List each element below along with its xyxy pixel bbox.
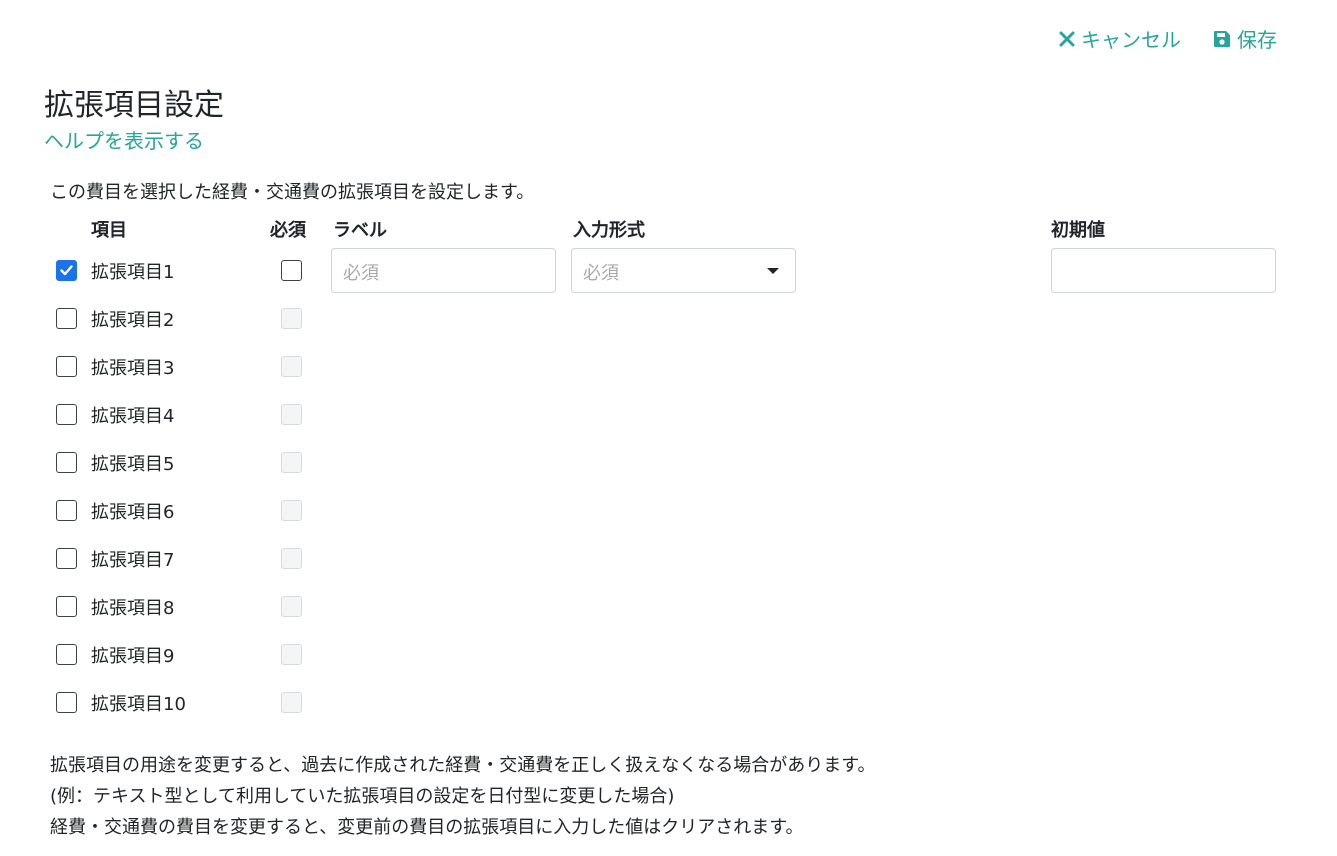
item-label: 拡張項目5 — [91, 454, 175, 475]
item-enable-checkbox[interactable] — [56, 500, 77, 521]
item-label: 拡張項目7 — [91, 550, 175, 571]
item-row: 拡張項目9 — [0, 630, 1337, 678]
item-label: 拡張項目6 — [91, 502, 175, 523]
note-line: (例：テキスト型として利用していた拡張項目の設定を日付型に変更した場合) — [50, 786, 675, 807]
save-label: 保存 — [1237, 28, 1277, 52]
header-required: 必須 — [270, 220, 306, 241]
close-icon — [1059, 31, 1075, 46]
item-label: 拡張項目3 — [91, 358, 175, 379]
action-bar: キャンセル 保存 — [1059, 24, 1277, 53]
required-checkbox — [281, 596, 302, 617]
header-item: 項目 — [91, 220, 127, 241]
item-enable-checkbox[interactable] — [56, 596, 77, 617]
required-checkbox — [281, 356, 302, 377]
required-checkbox — [281, 308, 302, 329]
item-row: 拡張項目5 — [0, 438, 1337, 486]
required-checkbox — [281, 644, 302, 665]
item-enable-checkbox[interactable] — [56, 452, 77, 473]
item-label: 拡張項目1 — [91, 262, 175, 283]
item-label: 拡張項目9 — [91, 646, 175, 667]
item-label: 拡張項目4 — [91, 406, 175, 427]
header-label: ラベル — [333, 220, 387, 241]
item-enable-checkbox[interactable] — [56, 356, 77, 377]
item-label: 拡張項目2 — [91, 310, 175, 331]
item-label: 拡張項目10 — [91, 694, 186, 715]
default-value-input[interactable] — [1051, 248, 1276, 293]
help-link[interactable]: ヘルプを表示する — [44, 125, 204, 154]
intro-text: この費目を選択した経費・交通費の拡張項目を設定します。 — [50, 182, 535, 203]
item-row: 拡張項目6 — [0, 486, 1337, 534]
item-row: 拡張項目10 — [0, 678, 1337, 726]
page-title: 拡張項目設定 — [44, 88, 224, 123]
note-line: 拡張項目の用途を変更すると、過去に作成された経費・交通費を正しく扱えなくなる場合… — [50, 755, 876, 776]
item-enable-checkbox[interactable] — [56, 308, 77, 329]
save-button[interactable]: 保存 — [1213, 24, 1277, 53]
item-enable-checkbox[interactable] — [56, 548, 77, 569]
item-label: 拡張項目8 — [91, 598, 175, 619]
item-enable-checkbox[interactable] — [56, 692, 77, 713]
required-checkbox — [281, 548, 302, 569]
item-enable-checkbox[interactable] — [56, 260, 77, 281]
required-checkbox — [281, 404, 302, 425]
input-type-select[interactable]: 必須 — [571, 248, 796, 293]
header-default-value: 初期値 — [1051, 220, 1105, 241]
notes: 拡張項目の用途を変更すると、過去に作成された経費・交通費を正しく扱えなくなる場合… — [50, 750, 875, 843]
save-icon — [1214, 30, 1230, 47]
cancel-button[interactable]: キャンセル — [1059, 24, 1181, 53]
cancel-label: キャンセル — [1081, 28, 1181, 52]
required-checkbox — [281, 452, 302, 473]
item-row: 拡張項目2 — [0, 294, 1337, 342]
item-row: 拡張項目7 — [0, 534, 1337, 582]
header-input-type: 入力形式 — [573, 220, 645, 241]
item-enable-checkbox[interactable] — [56, 644, 77, 665]
required-checkbox[interactable] — [281, 260, 302, 281]
required-checkbox — [281, 500, 302, 521]
item-row: 拡張項目4 — [0, 390, 1337, 438]
item-row: 拡張項目8 — [0, 582, 1337, 630]
item-row: 拡張項目3 — [0, 342, 1337, 390]
note-line: 経費・交通費の費目を変更すると、変更前の費目の拡張項目に入力した値はクリアされま… — [50, 817, 804, 838]
item-enable-checkbox[interactable] — [56, 404, 77, 425]
required-checkbox — [281, 692, 302, 713]
input-type-placeholder: 必須 — [583, 263, 619, 284]
label-input[interactable]: 必須 — [331, 248, 556, 293]
label-input-placeholder: 必須 — [343, 263, 379, 284]
caret-down-icon — [767, 268, 779, 274]
check-icon — [60, 265, 73, 276]
